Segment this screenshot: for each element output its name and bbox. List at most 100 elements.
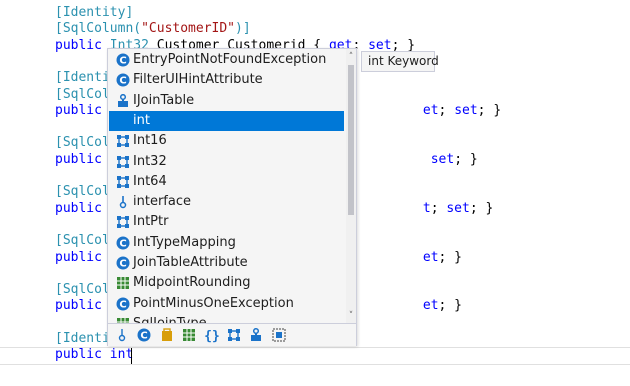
completion-item-label: FilterUIHintAttribute <box>133 72 263 88</box>
completion-item[interactable]: IntPtr <box>109 212 344 232</box>
quick-info-tooltip: int Keyword <box>361 51 439 72</box>
namespace-filter-icon[interactable]: {} <box>204 327 220 344</box>
interface-filter-icon[interactable] <box>248 327 264 343</box>
code-token: "CustomerID" <box>141 21 236 37</box>
completion-item-label: Int16 <box>133 133 167 149</box>
completion-item-label: EntryPointNotFoundException <box>133 52 327 67</box>
code-token: [SqlCol <box>55 233 110 249</box>
scroll-up-icon[interactable]: ˄ <box>346 51 356 63</box>
completion-item-label: IntTypeMapping <box>133 234 236 250</box>
class-icon: C <box>116 297 130 311</box>
completion-item[interactable]: Int64 <box>109 172 344 192</box>
code-token: et <box>422 102 439 118</box>
completion-item[interactable]: C JoinTableAttribute <box>109 253 344 273</box>
code-token: ; } <box>469 200 494 216</box>
completion-item-label: int <box>133 112 150 128</box>
code-token: )] <box>235 21 251 37</box>
completion-item[interactable]: IJoinTable <box>109 91 344 111</box>
enum-filter-icon[interactable] <box>181 327 197 343</box>
code-line[interactable]: [SqlCol <box>55 282 110 298</box>
code-token: et <box>422 249 439 265</box>
scroll-down-icon[interactable]: ˅ <box>346 310 356 322</box>
scroll-thumb[interactable] <box>348 65 354 215</box>
completion-item[interactable]: C PointMinusOneException <box>109 294 344 314</box>
code-token: ; } <box>477 102 502 118</box>
code-token: et <box>422 298 439 314</box>
code-line[interactable]: [SqlCol <box>55 233 110 249</box>
code-token: set <box>446 200 470 216</box>
completion-item-label: interface <box>133 194 191 210</box>
class-icon: C <box>116 236 130 250</box>
completion-item[interactable]: interface <box>109 192 344 212</box>
completion-scrollbar[interactable]: ˄ ˅ <box>346 49 356 323</box>
completion-item[interactable]: C IntTypeMapping <box>109 233 344 253</box>
keyword-icon <box>116 114 130 128</box>
code-token: [Identi <box>55 331 110 346</box>
code-line[interactable]: [Identi <box>55 70 110 86</box>
code-token: [SqlCol <box>55 282 110 298</box>
completion-item-label: IntPtr <box>133 214 169 230</box>
svg-text:C: C <box>119 238 126 249</box>
code-line[interactable]: [SqlCol <box>55 87 110 103</box>
code-token: [SqlCol <box>55 135 110 151</box>
code-token: ; <box>438 102 455 118</box>
completion-item[interactable]: Int32 <box>109 152 344 172</box>
code-token: [SqlCol <box>55 184 110 200</box>
code-line[interactable]: [Identity] <box>55 5 133 21</box>
code-line[interactable]: [Identi <box>55 331 110 347</box>
code-token: public <box>55 298 110 314</box>
code-token: [SqlColumn( <box>55 21 142 37</box>
completion-item[interactable]: C FilterUIHintAttribute <box>109 70 344 90</box>
code-token: ; } <box>438 298 463 314</box>
struct-filter-icon[interactable] <box>226 327 242 343</box>
code-token: ; } <box>454 151 478 167</box>
svg-text:C: C <box>119 299 126 310</box>
code-token: set <box>454 102 478 118</box>
completion-item-label: Int64 <box>133 173 167 189</box>
completion-item[interactable]: C EntryPointNotFoundException <box>109 50 344 70</box>
struct-icon <box>116 134 130 148</box>
completion-filter-bar: C {} <box>108 323 356 346</box>
enum-icon <box>116 276 130 290</box>
code-token: public <box>55 102 110 118</box>
snippet-filter-icon[interactable] <box>271 327 287 343</box>
code-token: public <box>55 37 110 53</box>
svg-text:C: C <box>119 76 126 87</box>
delegate-filter-icon[interactable] <box>159 327 175 343</box>
svg-text:{}: {} <box>204 329 220 343</box>
text-caret <box>131 348 132 364</box>
completion-item[interactable]: SqlJoinType <box>109 314 344 323</box>
code-token: [Identi <box>55 70 110 86</box>
code-line[interactable]: [SqlColumn("CustomerID")] <box>55 21 251 37</box>
keyword-filter-icon[interactable] <box>114 327 130 343</box>
svg-text:C: C <box>119 259 126 270</box>
code-token: public <box>55 249 110 265</box>
current-line-highlight <box>0 347 630 365</box>
completion-item-label: JoinTableAttribute <box>133 255 248 270</box>
struct-icon <box>116 155 130 169</box>
svg-text:C: C <box>119 56 126 67</box>
svg-text:C: C <box>141 331 148 342</box>
code-token: public <box>55 200 110 216</box>
class-icon: C <box>116 73 130 87</box>
code-token: set <box>422 151 455 167</box>
code-line[interactable]: [SqlCol <box>55 135 110 151</box>
completion-item[interactable]: MidpointRounding <box>109 273 344 293</box>
completion-item[interactable]: Int16 <box>109 131 344 151</box>
code-token: [SqlCol <box>55 86 110 102</box>
class-filter-icon[interactable]: C <box>136 327 152 343</box>
completion-item-label: Int32 <box>133 153 167 169</box>
code-token: [Identity] <box>55 5 134 20</box>
completion-item-label: MidpointRounding <box>133 275 251 291</box>
keyword-interface-icon <box>116 195 130 209</box>
interface-icon <box>116 93 130 108</box>
intellisense-popup[interactable]: C EntryPointNotFoundException C FilterUIHin… <box>107 48 357 346</box>
completion-item[interactable]: int <box>109 110 344 131</box>
completion-list[interactable]: C EntryPointNotFoundException C FilterUIHin… <box>108 49 344 323</box>
code-token: ; } <box>438 249 463 265</box>
code-token: ; <box>430 200 447 216</box>
completion-item-label: IJoinTable <box>133 92 195 108</box>
code-token: public <box>55 151 110 167</box>
code-line[interactable]: [SqlCol <box>55 184 110 200</box>
completion-item-label: PointMinusOneException <box>133 295 294 311</box>
